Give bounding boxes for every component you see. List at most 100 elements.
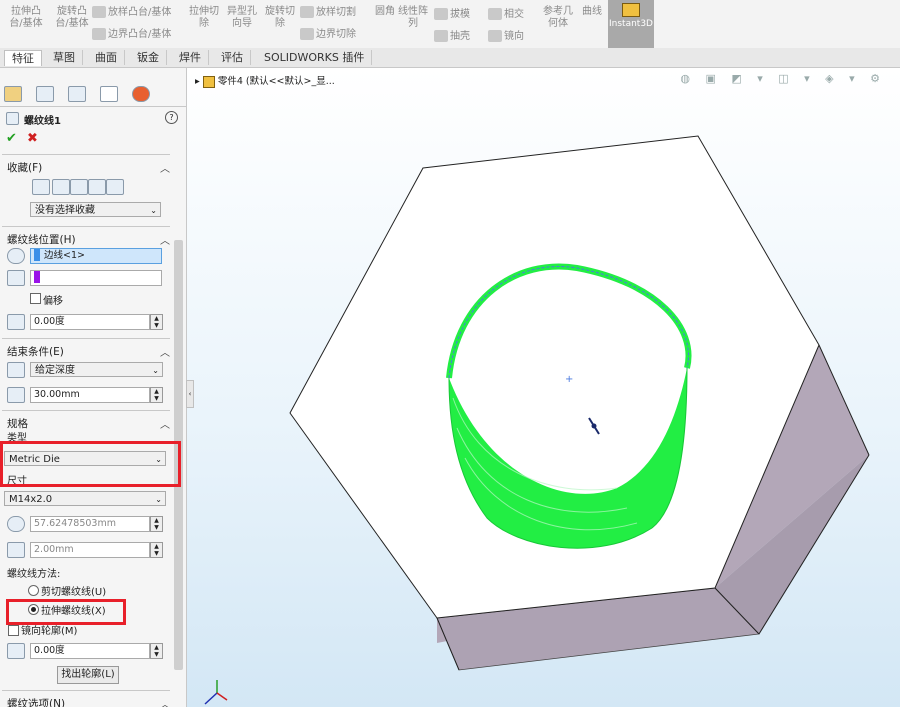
- tab-solidworks-addins[interactable]: SOLIDWORKS 插件: [257, 50, 373, 65]
- diameter-field[interactable]: 57.62478503mm: [30, 516, 150, 532]
- tab-evaluate[interactable]: 评估: [214, 50, 251, 65]
- feature-manager-tab-icon[interactable]: [4, 86, 22, 102]
- profile-angle-value: 0.00度: [34, 645, 65, 656]
- favorites-select-value: 没有选择收藏: [35, 205, 95, 216]
- linear-pattern-label: 线性阵 列: [398, 6, 428, 29]
- tab-weldments[interactable]: 焊件: [172, 50, 209, 65]
- section-divider: [2, 410, 170, 411]
- help-icon[interactable]: ?: [165, 111, 178, 124]
- extrude-cut-button[interactable]: 拉伸切 除: [184, 6, 224, 30]
- hole-wizard-label: 异型孔 向导: [227, 6, 257, 29]
- property-manager-tab-icon[interactable]: [36, 86, 54, 102]
- command-tabs: 特征 草图 曲面 钣金 焊件 评估 SOLIDWORKS 插件: [0, 48, 900, 68]
- favorite-add-icon[interactable]: [32, 179, 50, 195]
- configuration-manager-tab-icon[interactable]: [68, 86, 86, 102]
- start-angle-spinner[interactable]: ▲ ▼: [150, 314, 163, 330]
- dimxpert-tab-icon[interactable]: [100, 86, 118, 102]
- favorites-section-title[interactable]: 收藏(F): [7, 160, 42, 175]
- cut-thread-radio[interactable]: [28, 585, 39, 596]
- tab-sketch[interactable]: 草图: [46, 50, 83, 65]
- loft-cut-button[interactable]: 放样切割: [300, 6, 370, 19]
- mirror-button[interactable]: 镜向: [488, 30, 538, 43]
- intersect-icon: [488, 8, 502, 20]
- depth-spinner[interactable]: ▲ ▼: [150, 387, 163, 403]
- extrude-boss-button[interactable]: 拉伸凸 台/基体: [4, 6, 48, 30]
- favorite-save-icon[interactable]: [88, 179, 106, 195]
- angle-icon: [7, 643, 25, 659]
- boundary-cut-button[interactable]: 边界切除: [300, 28, 370, 41]
- chevron-down-icon: ⌄: [155, 495, 162, 504]
- revolve-cut-button[interactable]: 旋转切 除: [260, 6, 300, 30]
- diameter-spinner[interactable]: ▲ ▼: [150, 516, 163, 532]
- chevron-down-icon: ⌄: [150, 206, 157, 215]
- offset-label: 偏移: [43, 296, 63, 307]
- pitch-icon: [7, 542, 25, 558]
- manager-tabs: [0, 84, 186, 107]
- chevron-up-icon[interactable]: ︿: [160, 344, 170, 359]
- depth-field[interactable]: 30.00mm: [30, 387, 150, 403]
- boundary-boss-button[interactable]: 边界凸台/基体: [92, 28, 184, 41]
- favorite-load-icon[interactable]: [106, 179, 124, 195]
- end-condition-value: 给定深度: [35, 365, 75, 376]
- curves-label: 曲线: [582, 6, 602, 17]
- favorites-select[interactable]: 没有选择收藏 ⌄: [30, 202, 161, 217]
- chevron-up-icon[interactable]: ︿: [160, 160, 170, 175]
- tab-sheet-metal[interactable]: 钣金: [130, 50, 167, 65]
- thread-method-label: 螺纹线方法:: [7, 569, 61, 580]
- chevron-up-icon[interactable]: ︿: [160, 232, 170, 247]
- tab-surfaces[interactable]: 曲面: [88, 50, 125, 65]
- edge-selection-value: 边线<1>: [44, 250, 85, 261]
- intersect-label: 相交: [504, 9, 524, 20]
- chevron-up-icon[interactable]: ︿: [160, 696, 170, 707]
- loft-boss-button[interactable]: 放样凸台/基体: [92, 6, 184, 19]
- thread-size-select[interactable]: M14x2.0 ⌄: [4, 491, 166, 506]
- panel-splitter[interactable]: ‹: [186, 380, 194, 408]
- instant3d-icon: [622, 3, 640, 17]
- profile-angle-spinner[interactable]: ▲ ▼: [150, 643, 163, 659]
- chevron-up-icon[interactable]: ︿: [160, 416, 170, 431]
- favorite-delete-icon[interactable]: [70, 179, 88, 195]
- mirror-profile-checkbox[interactable]: [8, 625, 19, 636]
- hole-wizard-button[interactable]: 异型孔 向导: [222, 6, 262, 30]
- start-angle-field[interactable]: 0.00度: [30, 314, 150, 330]
- angle-icon: [7, 314, 25, 330]
- thread-position-title[interactable]: 螺纹线位置(H): [7, 232, 76, 247]
- offset-checkbox[interactable]: [30, 293, 41, 304]
- locate-profile-label: 找出轮廓(L): [61, 669, 115, 680]
- loft-boss-label: 放样凸台/基体: [108, 7, 172, 18]
- revolve-boss-button[interactable]: 旋转凸 台/基体: [50, 6, 94, 30]
- shell-button[interactable]: 抽壳: [434, 30, 484, 43]
- extrude-boss-label: 拉伸凸 台/基体: [9, 6, 43, 29]
- instant3d-label: Instant3D: [609, 19, 653, 29]
- edge-selection-field[interactable]: 边线<1>: [30, 248, 162, 264]
- cancel-x-icon[interactable]: ✖: [27, 131, 38, 146]
- ok-check-icon[interactable]: ✔: [6, 131, 17, 146]
- instant3d-button[interactable]: Instant3D: [608, 0, 654, 48]
- display-manager-tab-icon[interactable]: [132, 86, 150, 102]
- linear-pattern-button[interactable]: 线性阵 列: [398, 6, 428, 30]
- draft-button[interactable]: 拔模: [434, 8, 484, 21]
- favorite-star-icon[interactable]: [52, 179, 70, 195]
- fillet-label: 圆角: [375, 6, 395, 17]
- end-condition-select[interactable]: 给定深度 ⌄: [30, 362, 163, 377]
- face-color-swatch: [34, 271, 40, 283]
- shell-icon: [434, 30, 448, 42]
- pitch-spinner[interactable]: ▲ ▼: [150, 542, 163, 558]
- tab-features[interactable]: 特征: [4, 50, 42, 66]
- profile-angle-field[interactable]: 0.00度: [30, 643, 150, 659]
- graphics-area[interactable]: ▸ 零件4 (默认<<默认>_显... ◍ ▣ ◩ ▾ ◫ ▾ ◈ ▾ ⚙ +: [187, 68, 900, 707]
- feature-title: 螺纹线1: [24, 116, 61, 127]
- thread-options-title[interactable]: 螺纹选项(N): [7, 696, 65, 707]
- curves-button[interactable]: 曲线: [578, 6, 606, 18]
- start-face-field[interactable]: [30, 270, 162, 286]
- reference-geometry-label: 参考几 何体: [543, 6, 573, 29]
- end-condition-title[interactable]: 结束条件(E): [7, 344, 64, 359]
- edge-color-swatch: [34, 249, 40, 261]
- fillet-button[interactable]: 圆角: [372, 6, 398, 18]
- loft-icon: [92, 6, 106, 18]
- reference-geometry-button[interactable]: 参考几 何体: [540, 6, 576, 30]
- locate-profile-button[interactable]: 找出轮廓(L): [57, 666, 119, 684]
- direction-arrow-icon[interactable]: [7, 362, 25, 378]
- pitch-field[interactable]: 2.00mm: [30, 542, 150, 558]
- intersect-button[interactable]: 相交: [488, 8, 538, 21]
